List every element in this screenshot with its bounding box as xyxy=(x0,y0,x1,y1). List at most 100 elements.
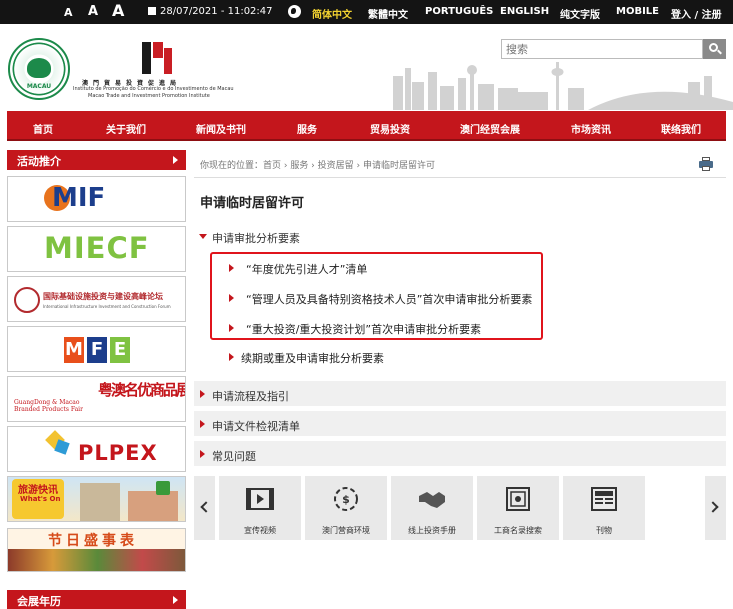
font-size-large-button[interactable]: A xyxy=(112,1,124,20)
chevron-right-icon xyxy=(173,596,178,604)
currency-icon: $ xyxy=(334,487,358,511)
page-title: 申请临时居留许可 xyxy=(200,196,305,211)
accordion-label: 申请审批分析要素 xyxy=(212,232,300,245)
caret-right-icon xyxy=(229,353,234,361)
banner-subtext: International Infrastructure Investment … xyxy=(43,304,171,309)
carousel-label: 宣传视频 xyxy=(244,526,276,535)
carousel-label: 工商名录搜索 xyxy=(494,526,542,535)
chevron-right-icon xyxy=(707,501,719,513)
expo-calendar-header[interactable]: 会展年历 xyxy=(7,590,186,609)
forum-logo-icon xyxy=(14,287,40,313)
carousel-item-handbook[interactable]: 线上投资手册 xyxy=(391,476,473,540)
banner-text: MIF xyxy=(52,183,106,213)
search-input[interactable] xyxy=(501,39,703,59)
lang-simplified-chinese[interactable]: 简体中文 xyxy=(312,6,352,21)
login-register-link[interactable]: 登入 / 注册 xyxy=(671,6,722,21)
banner-text: PLPEX xyxy=(78,441,158,465)
carousel-item-publications[interactable]: 刊物 xyxy=(563,476,645,540)
accordion-label: 申请文件检视清单 xyxy=(212,420,300,433)
caret-right-icon xyxy=(229,264,234,272)
banner-text: 旅游快讯 xyxy=(18,485,58,496)
festival-photos-image xyxy=(8,549,185,571)
carousel-label: 澳门营商环境 xyxy=(322,526,370,535)
font-size-medium-button[interactable]: A xyxy=(88,4,98,19)
chevron-right-icon xyxy=(173,156,178,164)
divider xyxy=(194,177,726,178)
top-bar: A A A 28/07/2021 - 11:02:47 简体中文 繁體中文 PO… xyxy=(0,0,733,24)
breadcrumb[interactable]: 你现在的位置：首页 › 服务 › 投资居留 › 申请临时居留许可 xyxy=(200,158,435,171)
carousel-item-directory[interactable]: 工商名录搜索 xyxy=(477,476,559,540)
sub-link-investment-criteria[interactable]: “重大投资/重大投资计划”首次申请审批分析要素 xyxy=(246,321,481,337)
org-name-en: Macao Trade and Investment Promotion Ins… xyxy=(88,93,210,99)
banner-subtext: GuangDong & Macao Branded Products Fair xyxy=(14,399,83,413)
sub-link-talent-list[interactable]: “年度优先引进人才”清单 xyxy=(246,261,367,277)
macau-sar-emblem[interactable]: MACAU xyxy=(8,38,70,100)
caret-down-icon xyxy=(199,234,207,239)
svg-text:$: $ xyxy=(342,493,350,506)
mfe-letter-f: F xyxy=(87,337,107,363)
lang-english[interactable]: ENGLISH xyxy=(500,6,549,17)
org-name-pt: Instituto de Promoção do Comércio e do I… xyxy=(73,86,234,92)
sub-link-renewal-criteria[interactable]: 续期或重及申请审批分析要素 xyxy=(241,350,384,366)
nav-contact[interactable]: 联络我们 xyxy=(661,121,701,136)
nav-trade[interactable]: 贸易投资 xyxy=(370,121,410,136)
accordion-review-criteria[interactable]: 申请审批分析要素 xyxy=(194,223,726,249)
mobile-link[interactable]: MOBILE xyxy=(616,6,659,17)
carousel-prev-button[interactable] xyxy=(194,476,215,540)
caret-right-icon xyxy=(200,420,205,428)
accordion-label: 常见问题 xyxy=(212,450,256,463)
activities-title: 活动推介 xyxy=(17,155,61,168)
film-icon xyxy=(246,488,274,510)
datetime-text: 28/07/2021 - 11:02:47 xyxy=(160,6,273,17)
carousel-item-business-env[interactable]: $ 澳门营商环境 xyxy=(305,476,387,540)
accordion-faq[interactable]: 常见问题 xyxy=(194,441,726,467)
print-icon[interactable] xyxy=(699,157,713,171)
expo-calendar-title: 会展年历 xyxy=(17,595,61,608)
nav-about[interactable]: 关于我们 xyxy=(106,121,146,136)
main-nav: 首页 关于我们 新闻及书刊 服务 贸易投资 澳门经贸会展 市场资讯 联络我们 xyxy=(7,111,726,141)
activities-header[interactable]: 活动推介 xyxy=(7,150,186,170)
nav-news[interactable]: 新闻及书刊 xyxy=(196,121,246,136)
lang-traditional-chinese[interactable]: 繁體中文 xyxy=(368,6,408,21)
building-image xyxy=(80,483,120,521)
banner-miecf[interactable]: MIECF xyxy=(7,226,186,272)
caret-right-icon xyxy=(229,294,234,302)
banner-subtext: What's On xyxy=(20,495,61,503)
caret-right-icon xyxy=(200,450,205,458)
banner-text: 国际基础设施投资与建设高峰论坛 xyxy=(43,292,163,301)
caret-right-icon xyxy=(229,324,234,332)
banner-text: 节日盛事表 xyxy=(48,533,138,549)
text-only-version-link[interactable]: 纯文字版 xyxy=(560,6,600,21)
nav-home[interactable]: 首页 xyxy=(33,121,53,136)
banner-whats-on[interactable]: 旅游快讯 What's On xyxy=(7,476,186,522)
calendar-icon xyxy=(148,7,156,15)
banner-mfe[interactable]: M F E xyxy=(7,326,186,372)
ipim-logo[interactable] xyxy=(142,42,172,74)
nav-market-info[interactable]: 市场资讯 xyxy=(571,121,611,136)
carousel-next-button[interactable] xyxy=(705,476,726,540)
emblem-text: MACAU xyxy=(26,83,52,90)
banner-festivals[interactable]: 节日盛事表 xyxy=(7,528,186,572)
nav-exhibitions[interactable]: 澳门经贸会展 xyxy=(460,121,520,136)
accordion-procedure[interactable]: 申请流程及指引 xyxy=(194,381,726,407)
accordion-label: 申请流程及指引 xyxy=(212,390,289,403)
sub-link-managers-criteria[interactable]: “管理人员及具备特别资格技术人员”首次申请审批分析要素 xyxy=(246,291,532,307)
lang-portuguese[interactable]: PORTUGUÊS xyxy=(425,6,493,17)
datetime: 28/07/2021 - 11:02:47 xyxy=(148,6,273,17)
search-button[interactable] xyxy=(703,39,726,59)
globe-icon xyxy=(288,5,301,18)
banner-plpex[interactable]: PLPEX xyxy=(7,426,186,472)
font-size-small-button[interactable]: A xyxy=(64,6,73,19)
nav-services[interactable]: 服务 xyxy=(297,121,317,136)
banner-mif[interactable]: MIF xyxy=(7,176,186,222)
banner-text: 粤澳名优商品展 xyxy=(98,381,186,399)
mfe-letter-e: E xyxy=(110,337,130,363)
carousel-label: 刊物 xyxy=(596,526,612,535)
carousel-item-video[interactable]: 宣传视频 xyxy=(219,476,301,540)
festival-image xyxy=(128,491,178,521)
carousel-label: 线上投资手册 xyxy=(408,526,456,535)
accordion-checklist[interactable]: 申请文件检视清单 xyxy=(194,411,726,437)
banner-iiicf[interactable]: 国际基础设施投资与建设高峰论坛 International Infrastruc… xyxy=(7,276,186,322)
banner-gdmbpf[interactable]: 粤澳名优商品展 GuangDong & Macao Branded Produc… xyxy=(7,376,186,422)
lotus-icon xyxy=(27,58,51,78)
